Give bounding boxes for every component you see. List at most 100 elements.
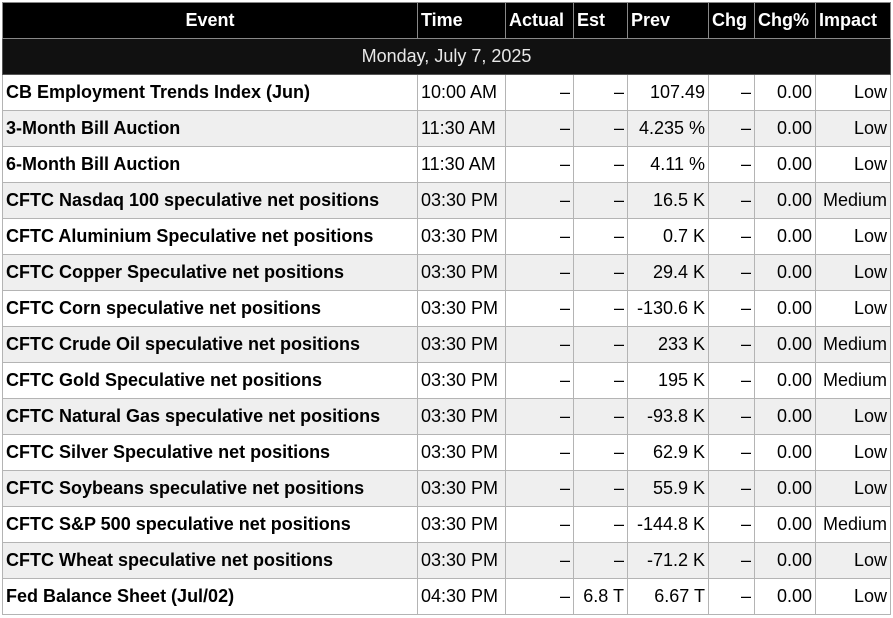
table-row[interactable]: CFTC Wheat speculative net positions 03:3…	[2, 542, 891, 579]
actual-value: –	[505, 110, 574, 147]
impact-level: Medium	[815, 326, 891, 363]
previous-value: 107.49	[627, 74, 709, 111]
estimate-value: 6.8 T	[573, 578, 628, 615]
previous-value: 4.11 %	[627, 146, 709, 183]
actual-value: –	[505, 326, 574, 363]
table-row[interactable]: 3-Month Bill Auction 11:30 AM – –4.235 % –0.…	[2, 110, 891, 147]
change-value: –	[708, 362, 755, 399]
economic-calendar-table: Event Time Actual Est Prev Chg Chg% Impa…	[2, 2, 891, 615]
column-header-est[interactable]: Est	[573, 2, 628, 39]
table-row[interactable]: CFTC Silver Speculative net positions 03:…	[2, 434, 891, 471]
table-row[interactable]: 6-Month Bill Auction 11:30 AM – –4.11 % –0.0…	[2, 146, 891, 183]
event-name: CFTC Wheat speculative net positions	[2, 542, 418, 579]
table-header: Event Time Actual Est Prev Chg Chg% Impa…	[2, 2, 891, 39]
event-time: 03:30 PM	[417, 254, 506, 291]
change-value: –	[708, 290, 755, 327]
event-name: CB Employment Trends Index (Jun)	[2, 74, 418, 111]
change-value: –	[708, 74, 755, 111]
previous-value: -71.2 K	[627, 542, 709, 579]
event-name: CFTC Copper Speculative net positions	[2, 254, 418, 291]
table-row[interactable]: CFTC Copper Speculative net positions 03:…	[2, 254, 891, 291]
date-group-row: Monday, July 7, 2025	[2, 38, 891, 75]
event-time: 03:30 PM	[417, 362, 506, 399]
column-header-prev[interactable]: Prev	[627, 2, 709, 39]
date-label: Monday, July 7, 2025	[2, 38, 891, 75]
event-time: 10:00 AM	[417, 74, 506, 111]
column-header-actual[interactable]: Actual	[505, 2, 574, 39]
impact-level: Low	[815, 398, 891, 435]
change-percent-value: 0.00	[754, 578, 816, 615]
estimate-value: –	[573, 110, 628, 147]
event-time: 04:30 PM	[417, 578, 506, 615]
previous-value: 29.4 K	[627, 254, 709, 291]
table-row[interactable]: CFTC Crude Oil speculative net positions…	[2, 326, 891, 363]
actual-value: –	[505, 182, 574, 219]
event-name: CFTC Soybeans speculative net positions	[2, 470, 418, 507]
table-body: Monday, July 7, 2025 CB Employment Trend…	[2, 38, 891, 615]
change-value: –	[708, 110, 755, 147]
table-row[interactable]: CFTC Nasdaq 100 speculative net position…	[2, 182, 891, 219]
actual-value: –	[505, 218, 574, 255]
event-name: CFTC S&P 500 speculative net positions	[2, 506, 418, 543]
table-row[interactable]: CFTC Gold Speculative net positions 03:30…	[2, 362, 891, 399]
impact-level: Low	[815, 110, 891, 147]
previous-value: -130.6 K	[627, 290, 709, 327]
event-name: CFTC Corn speculative net positions	[2, 290, 418, 327]
event-time: 03:30 PM	[417, 326, 506, 363]
previous-value: 195 K	[627, 362, 709, 399]
actual-value: –	[505, 290, 574, 327]
estimate-value: –	[573, 254, 628, 291]
impact-level: Medium	[815, 506, 891, 543]
change-percent-value: 0.00	[754, 542, 816, 579]
column-header-event[interactable]: Event	[2, 2, 418, 39]
column-header-chg-pct[interactable]: Chg%	[754, 2, 816, 39]
estimate-value: –	[573, 182, 628, 219]
event-name: 3-Month Bill Auction	[2, 110, 418, 147]
event-time: 11:30 AM	[417, 146, 506, 183]
event-name: CFTC Nasdaq 100 speculative net position…	[2, 182, 418, 219]
event-time: 03:30 PM	[417, 290, 506, 327]
actual-value: –	[505, 542, 574, 579]
event-time: 03:30 PM	[417, 506, 506, 543]
estimate-value: –	[573, 362, 628, 399]
column-header-chg[interactable]: Chg	[708, 2, 755, 39]
table-row[interactable]: CFTC S&P 500 speculative net positions 03…	[2, 506, 891, 543]
event-name: Fed Balance Sheet (Jul/02)	[2, 578, 418, 615]
event-time: 03:30 PM	[417, 542, 506, 579]
table-row[interactable]: CB Employment Trends Index (Jun) 10:00 AM…	[2, 74, 891, 111]
impact-level: Low	[815, 542, 891, 579]
actual-value: –	[505, 362, 574, 399]
previous-value: 55.9 K	[627, 470, 709, 507]
estimate-value: –	[573, 506, 628, 543]
change-value: –	[708, 326, 755, 363]
table-row[interactable]: CFTC Aluminium Speculative net positions…	[2, 218, 891, 255]
actual-value: –	[505, 470, 574, 507]
table-row[interactable]: CFTC Corn speculative net positions 03:30…	[2, 290, 891, 327]
header-row: Event Time Actual Est Prev Chg Chg% Impa…	[2, 2, 891, 39]
estimate-value: –	[573, 290, 628, 327]
previous-value: 62.9 K	[627, 434, 709, 471]
change-percent-value: 0.00	[754, 74, 816, 111]
column-header-impact[interactable]: Impact	[815, 2, 891, 39]
event-name: CFTC Aluminium Speculative net positions	[2, 218, 418, 255]
impact-level: Low	[815, 290, 891, 327]
table-row[interactable]: Fed Balance Sheet (Jul/02) 04:30 PM – 6.8 T…	[2, 578, 891, 615]
event-name: CFTC Crude Oil speculative net positions	[2, 326, 418, 363]
change-value: –	[708, 578, 755, 615]
column-header-time[interactable]: Time	[417, 2, 506, 39]
previous-value: 16.5 K	[627, 182, 709, 219]
change-value: –	[708, 254, 755, 291]
previous-value: 0.7 K	[627, 218, 709, 255]
change-percent-value: 0.00	[754, 290, 816, 327]
change-value: –	[708, 470, 755, 507]
event-name: CFTC Gold Speculative net positions	[2, 362, 418, 399]
table-row[interactable]: CFTC Soybeans speculative net positions 0…	[2, 470, 891, 507]
impact-level: Low	[815, 578, 891, 615]
event-time: 11:30 AM	[417, 110, 506, 147]
change-percent-value: 0.00	[754, 110, 816, 147]
table-row[interactable]: CFTC Natural Gas speculative net positio…	[2, 398, 891, 435]
change-value: –	[708, 506, 755, 543]
event-name: 6-Month Bill Auction	[2, 146, 418, 183]
change-percent-value: 0.00	[754, 182, 816, 219]
actual-value: –	[505, 74, 574, 111]
